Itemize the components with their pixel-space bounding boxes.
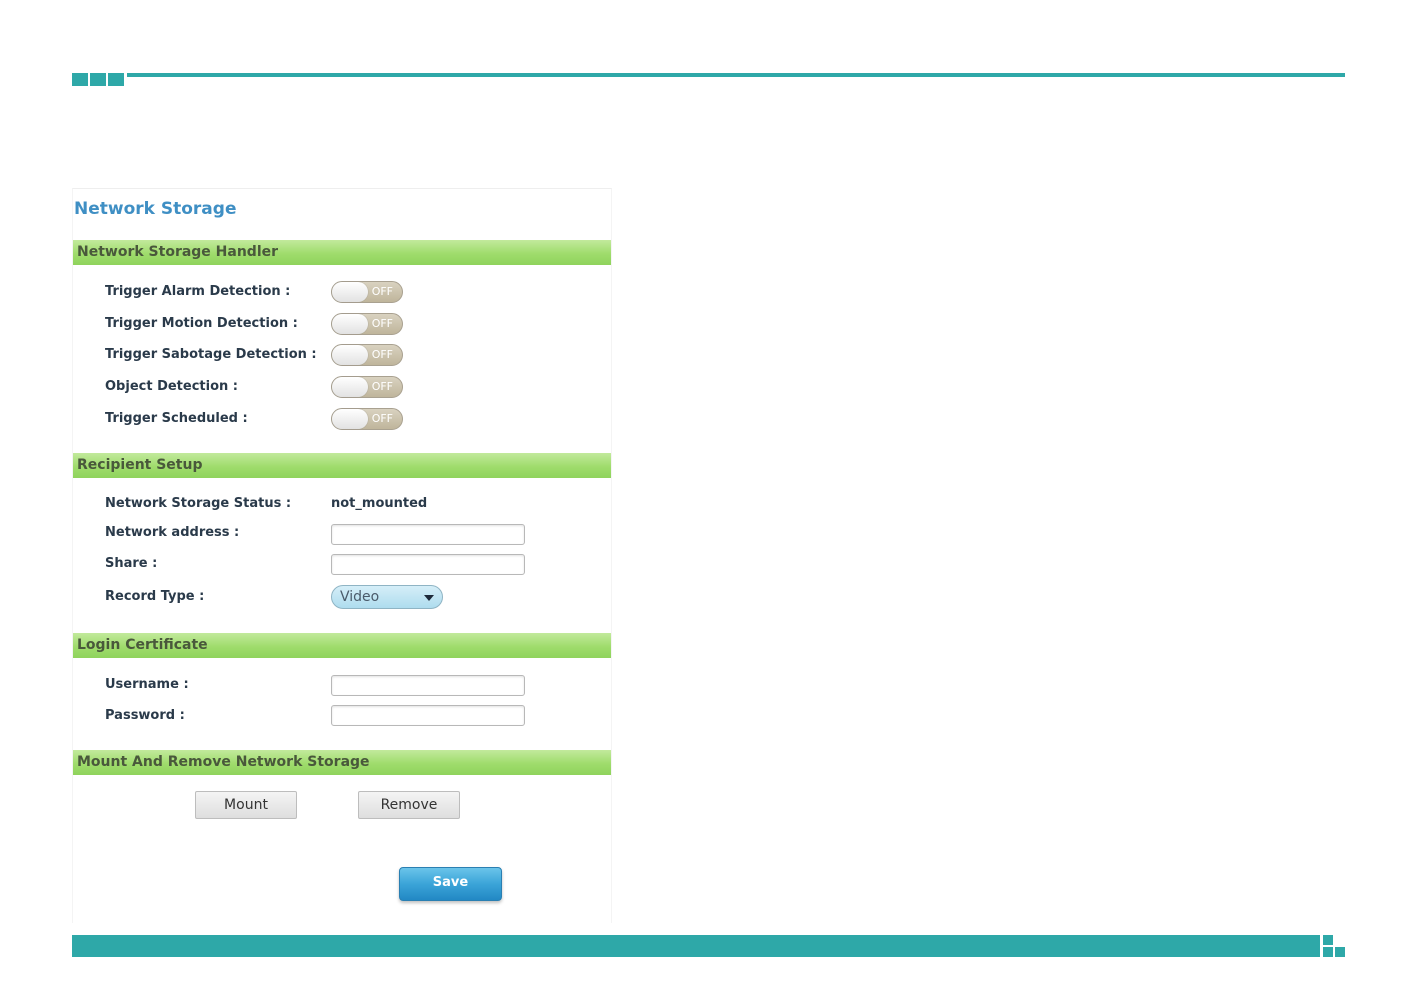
toggle-state: OFF [371, 380, 393, 393]
toggle-knob [332, 314, 368, 334]
trigger-alarm-detection-label: Trigger Alarm Detection : [105, 284, 291, 299]
trigger-motion-detection-toggle[interactable]: OFF [331, 313, 403, 335]
object-detection-label: Object Detection : [105, 379, 239, 394]
share-input[interactable] [331, 554, 525, 575]
toggle-state: OFF [371, 412, 393, 425]
network-address-label: Network address : [105, 525, 240, 540]
footer-square-1 [1323, 935, 1333, 945]
mount-button[interactable]: Mount [195, 791, 297, 819]
section-login-certificate: Login Certificate [73, 633, 611, 658]
remove-button[interactable]: Remove [358, 791, 460, 819]
footer-square-3 [1335, 947, 1345, 957]
save-button[interactable]: Save [399, 867, 502, 901]
record-type-selected-value: Video [340, 589, 380, 605]
network-storage-panel: Network Storage Network Storage Handler … [72, 188, 612, 923]
trigger-scheduled-label: Trigger Scheduled : [105, 411, 248, 426]
toggle-knob [332, 377, 368, 397]
share-label: Share : [105, 556, 158, 571]
chevron-down-icon [424, 595, 434, 601]
trigger-motion-detection-label: Trigger Motion Detection : [105, 316, 298, 331]
header-line [127, 73, 1345, 77]
page-title: Network Storage [74, 199, 237, 219]
password-input[interactable] [331, 705, 525, 726]
username-input[interactable] [331, 675, 525, 696]
toggle-knob [332, 282, 368, 302]
footer-bar [72, 935, 1320, 957]
username-label: Username : [105, 677, 189, 692]
record-type-select[interactable]: Video [331, 585, 443, 609]
section-network-storage-handler: Network Storage Handler [73, 240, 611, 265]
trigger-scheduled-toggle[interactable]: OFF [331, 408, 403, 430]
network-storage-status-value: not_mounted [331, 496, 428, 511]
toggle-state: OFF [371, 348, 393, 361]
section-recipient-setup: Recipient Setup [73, 453, 611, 478]
toggle-state: OFF [371, 317, 393, 330]
toggle-state: OFF [371, 285, 393, 298]
toggle-knob [332, 345, 368, 365]
object-detection-toggle[interactable]: OFF [331, 376, 403, 398]
header-square-3 [108, 73, 124, 86]
trigger-sabotage-detection-toggle[interactable]: OFF [331, 344, 403, 366]
toggle-knob [332, 409, 368, 429]
trigger-alarm-detection-toggle[interactable]: OFF [331, 281, 403, 303]
header-square-1 [72, 73, 88, 86]
network-storage-status-label: Network Storage Status : [105, 496, 292, 511]
password-label: Password : [105, 708, 185, 723]
footer-square-2 [1323, 947, 1333, 957]
header-square-2 [90, 73, 106, 86]
section-mount-remove: Mount And Remove Network Storage [73, 750, 611, 775]
record-type-label: Record Type : [105, 589, 205, 604]
trigger-sabotage-detection-label: Trigger Sabotage Detection : [105, 347, 317, 362]
network-address-input[interactable] [331, 524, 525, 545]
